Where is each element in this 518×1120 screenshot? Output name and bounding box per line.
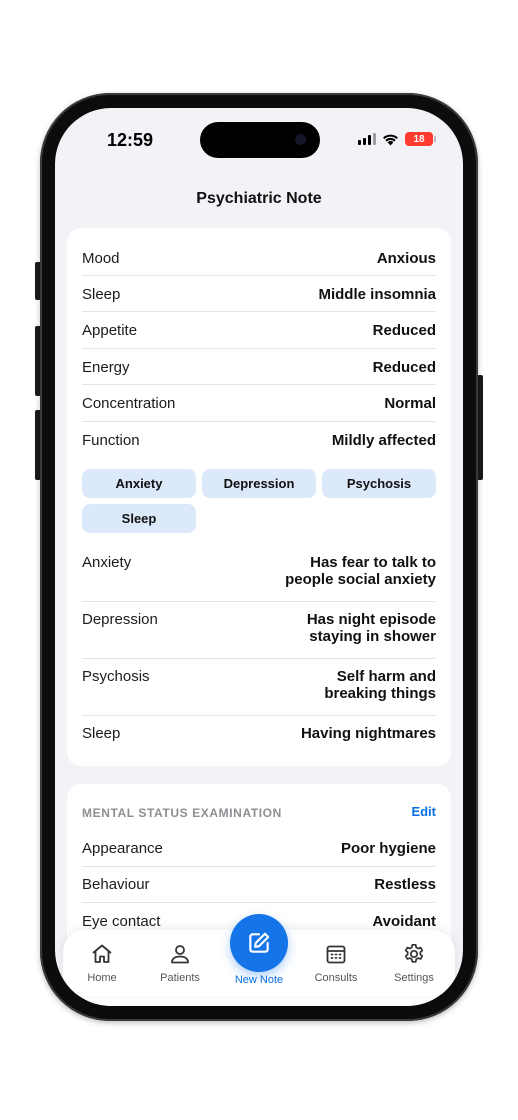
row-label: Eye contact: [82, 913, 161, 930]
mse-row-behaviour[interactable]: Behaviour Restless: [82, 876, 436, 893]
mse-section-header: MENTAL STATUS EXAMINATION: [82, 806, 282, 820]
divider: [82, 311, 436, 312]
row-value: Poor hygiene: [340, 840, 436, 857]
history-row-energy[interactable]: Energy Reduced: [82, 359, 436, 376]
symptom-row-sleep[interactable]: Sleep Having nightmares: [82, 725, 436, 742]
row-value: Normal: [384, 395, 436, 412]
symptom-row-anxiety[interactable]: Anxiety Has fear to talk to people socia…: [82, 554, 436, 588]
tab-label: Home: [87, 972, 117, 984]
divider: [82, 658, 436, 659]
tab-label: Patients: [160, 972, 200, 984]
tab-patients[interactable]: Patients: [141, 930, 219, 996]
tab-settings[interactable]: Settings: [375, 930, 453, 996]
dynamic-island: [200, 122, 320, 158]
row-label: Depression: [82, 611, 158, 628]
row-value-line: breaking things: [324, 685, 436, 702]
row-label: Function: [82, 432, 140, 449]
divider: [82, 384, 436, 385]
history-row-function[interactable]: Function Mildly affected: [82, 432, 436, 449]
row-label: Appearance: [82, 840, 163, 857]
divider: [82, 715, 436, 716]
status-time: 12:59: [107, 130, 154, 150]
row-value: Reduced: [372, 359, 436, 376]
chip-sleep[interactable]: Sleep: [82, 504, 196, 533]
row-value-line: people social anxiety: [285, 571, 436, 588]
row-label: Psychosis: [82, 668, 150, 685]
page-title: Psychiatric Note: [196, 190, 322, 207]
chip-depression[interactable]: Depression: [202, 469, 316, 498]
new-note-label: New Note: [234, 974, 284, 986]
status-icons: 18: [358, 132, 436, 146]
mse-row-appearance[interactable]: Appearance Poor hygiene: [82, 840, 436, 857]
calendar-icon: [326, 945, 346, 964]
row-label: Anxiety: [82, 554, 132, 571]
row-value: Has night episode staying in shower: [307, 611, 436, 645]
divider: [82, 275, 436, 276]
divider: [82, 348, 436, 349]
divider: [82, 866, 436, 867]
cellular-signal-icon: [358, 133, 376, 145]
tab-consults[interactable]: Consults: [297, 930, 375, 996]
symptom-row-depression[interactable]: Depression Has night episode staying in …: [82, 611, 436, 645]
divider: [82, 601, 436, 602]
row-value: Anxious: [376, 250, 436, 267]
tab-home[interactable]: Home: [63, 930, 141, 996]
history-row-mood[interactable]: Mood Anxious: [82, 250, 436, 267]
row-value: Reduced: [372, 322, 436, 339]
history-row-appetite[interactable]: Appetite Reduced: [82, 322, 436, 339]
row-value-line: Self harm and: [336, 668, 436, 685]
row-label: Concentration: [82, 395, 176, 412]
symptom-row-psychosis[interactable]: Psychosis Self harm and breaking things: [82, 668, 436, 702]
row-value: Middle insomnia: [318, 286, 436, 303]
home-icon: [92, 944, 112, 963]
chip-psychosis[interactable]: Psychosis: [322, 469, 436, 498]
tab-label: Settings: [394, 972, 434, 984]
chip-anxiety[interactable]: Anxiety: [82, 469, 196, 498]
row-label: Energy: [82, 359, 130, 376]
mse-edit-link[interactable]: Edit: [411, 804, 436, 819]
row-value-line: staying in shower: [309, 628, 436, 645]
row-label: Behaviour: [82, 876, 150, 893]
divider: [82, 902, 436, 903]
row-value: Mildly affected: [331, 432, 436, 449]
tab-label: Consults: [314, 972, 358, 984]
row-label: Mood: [82, 250, 120, 267]
person-icon: [171, 945, 189, 964]
divider: [82, 421, 436, 422]
gear-icon: [404, 943, 424, 963]
compose-icon: [249, 932, 270, 953]
row-value: Restless: [374, 876, 436, 893]
row-label: Appetite: [82, 322, 138, 339]
battery-icon: 18: [405, 132, 436, 146]
camera-icon: [295, 134, 306, 145]
wifi-icon: [383, 134, 398, 145]
row-value-line: Has night episode: [306, 611, 436, 628]
row-value: Having nightmares: [300, 725, 436, 742]
row-value: Self harm and breaking things: [324, 668, 436, 702]
new-note-button[interactable]: [230, 914, 288, 972]
history-card: Mood Anxious Sleep Middle insomnia Appet…: [67, 228, 451, 766]
history-row-concentration[interactable]: Concentration Normal: [82, 395, 436, 412]
history-row-sleep[interactable]: Sleep Middle insomnia: [82, 286, 436, 303]
row-label: Sleep: [82, 725, 121, 742]
phone-screen: 12:59 18 Psychiatric Note Mood Anxious S…: [55, 108, 463, 1006]
row-value: Has fear to talk to people social anxiet…: [285, 554, 436, 588]
row-label: Sleep: [82, 286, 121, 303]
row-value-line: Has fear to talk to: [310, 554, 436, 571]
row-value: Avoidant: [372, 913, 436, 930]
